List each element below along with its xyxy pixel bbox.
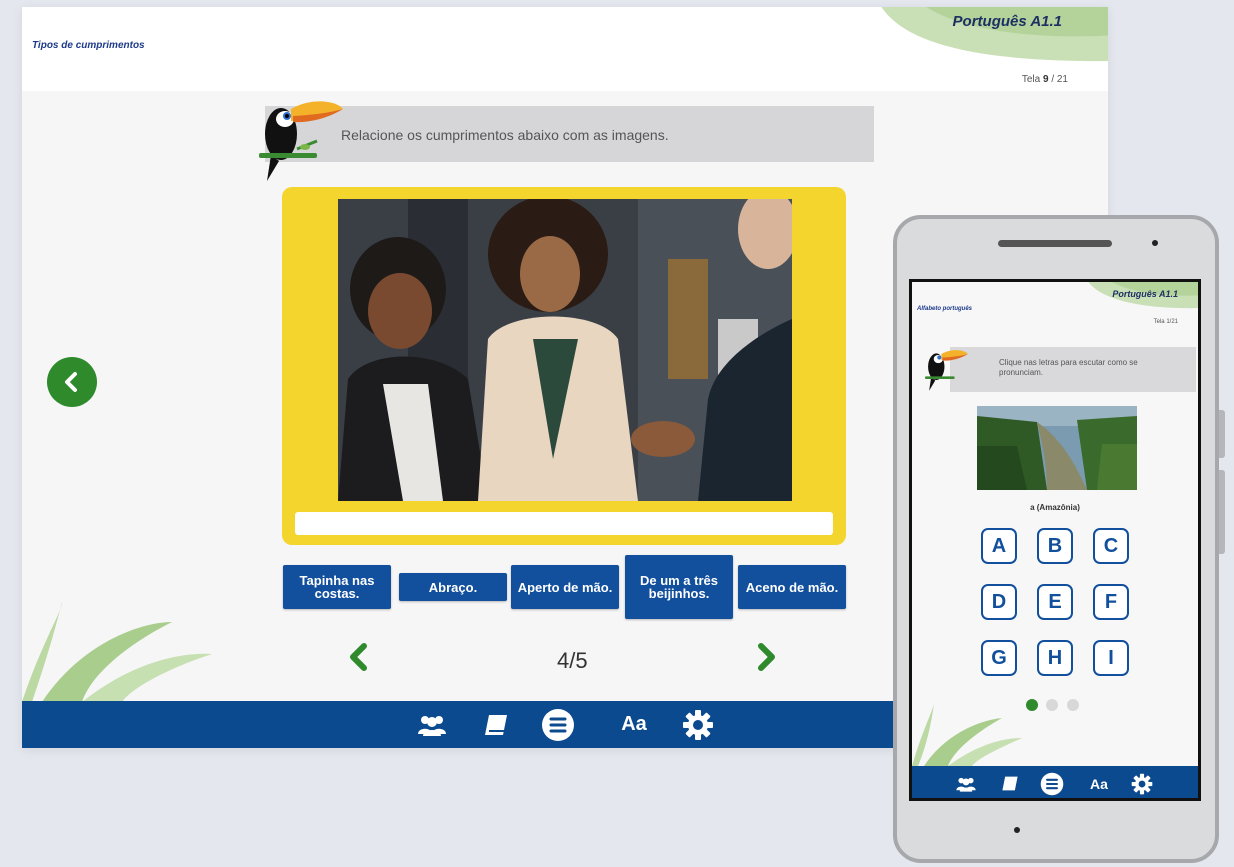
letter-key-i[interactable]: I: [1093, 640, 1129, 676]
screen-current: 9: [1042, 74, 1049, 85]
letter-key-h[interactable]: H: [1037, 640, 1073, 676]
handshake-photo: [338, 199, 792, 501]
font-size-label: Aa: [621, 713, 647, 735]
header: Português A1.1 Tipos de cumprimentos Tel…: [22, 7, 1108, 91]
phone-menu-button[interactable]: [1038, 766, 1066, 798]
screen-label: Tela: [1021, 74, 1041, 85]
phone-participants-button[interactable]: [952, 766, 980, 798]
phone-font-size-button[interactable]: Aa: [1084, 766, 1114, 798]
course-title: Português A1.1: [952, 13, 1062, 30]
leaf-corner-decoration: [912, 704, 1022, 766]
menu-button[interactable]: [540, 701, 576, 748]
gear-icon: [1131, 773, 1153, 794]
phone-volume-button: [1219, 410, 1225, 458]
screen-total: / 21: [1051, 74, 1068, 85]
phone-settings-button[interactable]: [1130, 766, 1154, 798]
chevron-left-icon: [65, 372, 77, 392]
phone-instruction-text: Clique nas letras para escutar como se p…: [999, 358, 1138, 377]
carousel-dot[interactable]: [1066, 699, 1079, 711]
phone-bottom-toolbar: Aa: [912, 766, 1198, 798]
answer-drop-zone[interactable]: [295, 512, 833, 535]
participants-button[interactable]: [414, 701, 450, 748]
phone-course-title: Português A1.1: [1112, 289, 1178, 299]
phone-home-indicator: [1014, 827, 1020, 833]
instruction-text: Relacione os cumprimentos abaixo com as …: [341, 127, 669, 143]
choice-abraco[interactable]: Abraço.: [399, 573, 507, 601]
next-slide-chevron-icon[interactable]: [754, 642, 778, 672]
menu-icon: [542, 708, 574, 741]
leaf-corner-decoration: [22, 602, 212, 702]
phone-instruction-box: Clique nas letras para escutar como se p…: [950, 347, 1196, 392]
letter-key-c[interactable]: C: [1093, 528, 1129, 564]
choice-aperto[interactable]: Aperto de mão.: [511, 565, 619, 609]
image-card: [282, 187, 846, 545]
phone-screen: Português A1.1 Alfabeto português Tela 1…: [909, 279, 1201, 801]
book-button[interactable]: [478, 701, 514, 748]
choice-tapinha[interactable]: Tapinha nas costas.: [283, 565, 391, 609]
carousel-dot[interactable]: [1046, 699, 1059, 711]
amazon-river-photo: [977, 406, 1137, 490]
phone-screen-counter: Tela 1/21: [1153, 319, 1178, 325]
breadcrumb: Tipos de cumprimentos: [32, 40, 145, 51]
phone-speaker: [998, 240, 1112, 247]
phone-breadcrumb: Alfabeto português: [917, 306, 972, 312]
menu-icon: [1040, 772, 1064, 795]
instruction-box: Relacione os cumprimentos abaixo com as …: [265, 106, 874, 162]
previous-screen-button[interactable]: [47, 357, 97, 407]
phone-book-button[interactable]: [998, 766, 1022, 798]
phone-frame: Português A1.1 Alfabeto português Tela 1…: [893, 215, 1219, 863]
toucan-mascot-icon: [259, 101, 343, 181]
letter-caption: a (Amazônia): [1030, 503, 1080, 512]
book-icon: [485, 714, 507, 735]
toucan-mascot-icon: [925, 350, 968, 391]
book-icon: [1002, 776, 1018, 791]
phone-font-size-label: Aa: [1090, 775, 1108, 792]
carousel-dots: [1026, 698, 1083, 716]
letter-key-a[interactable]: A: [981, 528, 1017, 564]
screen-counter: Tela 9 / 21: [1022, 74, 1068, 85]
choices-row: Tapinha nas costas. Abraço. Aperto de mã…: [283, 555, 863, 625]
choice-aceno[interactable]: Aceno de mão.: [738, 565, 846, 609]
gear-icon: [683, 709, 713, 740]
letter-key-d[interactable]: D: [981, 584, 1017, 620]
prev-slide-chevron-icon[interactable]: [347, 642, 371, 672]
carousel-dot-active[interactable]: [1026, 699, 1038, 711]
users-icon: [418, 715, 446, 736]
font-size-button[interactable]: Aa: [612, 701, 656, 748]
letter-key-e[interactable]: E: [1037, 584, 1073, 620]
phone-camera: [1152, 240, 1158, 246]
users-icon: [956, 777, 976, 792]
letter-key-f[interactable]: F: [1093, 584, 1129, 620]
letter-keypad: A B C D E F G H I: [981, 528, 1141, 678]
slide-pager: 4/5: [557, 648, 588, 673]
settings-button[interactable]: [680, 701, 716, 748]
phone-power-button: [1219, 470, 1225, 554]
letter-key-g[interactable]: G: [981, 640, 1017, 676]
choice-beijinhos[interactable]: De um a três beijinhos.: [625, 555, 733, 619]
letter-key-b[interactable]: B: [1037, 528, 1073, 564]
